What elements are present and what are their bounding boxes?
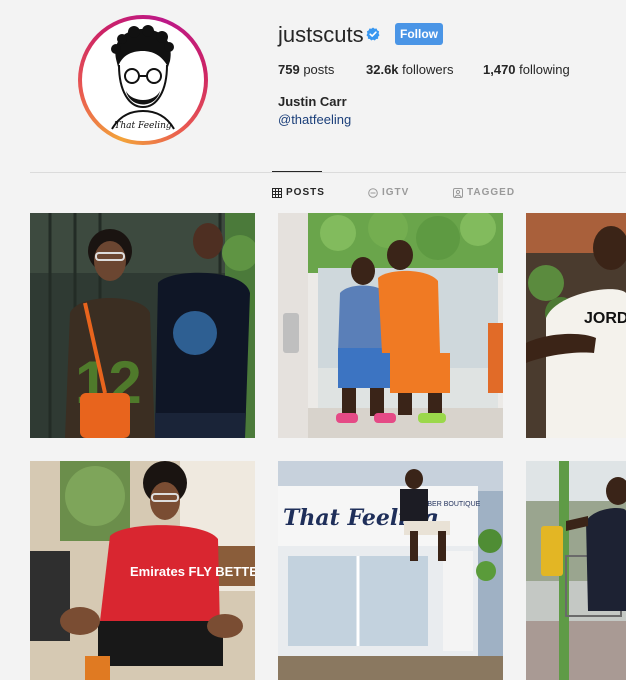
post-1[interactable]: 12 (30, 213, 255, 438)
followers-label: followers (402, 62, 454, 77)
tab-tagged-label: TAGGED (467, 187, 516, 198)
post-2[interactable] (278, 213, 503, 438)
followers-count: 32.6k (366, 62, 399, 77)
post-3-shirt-text: JORDA (584, 310, 626, 327)
tab-igtv-label: IGTV (382, 187, 410, 198)
following-label: following (519, 62, 570, 77)
following-stat[interactable]: 1,470 following (483, 62, 570, 77)
profile-username: justscuts (278, 22, 364, 47)
tabs-divider (30, 172, 626, 173)
tab-tagged[interactable]: TAGGED (453, 187, 515, 198)
post-3[interactable]: JORDA (526, 213, 626, 438)
avatar: That Feeling (82, 19, 204, 141)
tab-igtv[interactable]: IGTV (368, 187, 409, 198)
active-tab-indicator (272, 171, 322, 172)
posts-count: 759 (278, 62, 300, 77)
verified-badge-icon (366, 27, 380, 41)
post-4-shirt-text: Emirates FLY BETTER (130, 564, 255, 579)
igtv-icon (368, 187, 378, 198)
avatar-logo-caption: That Feeling (114, 121, 172, 131)
followers-stat[interactable]: 32.6k followers (366, 62, 453, 77)
profile-full-name: Justin Carr (278, 94, 347, 109)
posts-label: posts (303, 62, 335, 77)
tagged-icon (453, 187, 463, 198)
profile-avatar[interactable]: That Feeling (78, 15, 208, 145)
tab-posts[interactable]: POSTS (272, 187, 325, 198)
following-count: 1,470 (483, 62, 516, 77)
tab-posts-label: POSTS (286, 187, 325, 198)
follow-button[interactable]: Follow (395, 23, 443, 45)
post-6[interactable] (526, 461, 626, 680)
post-5[interactable]: That Feeling BARBER BOUTIQUE (278, 461, 503, 680)
grid-icon (272, 187, 282, 198)
post-4[interactable]: Emirates FLY BETTER (30, 461, 255, 680)
posts-stat: 759 posts (278, 62, 334, 77)
profile-handle-link[interactable]: @thatfeeling (278, 112, 351, 127)
